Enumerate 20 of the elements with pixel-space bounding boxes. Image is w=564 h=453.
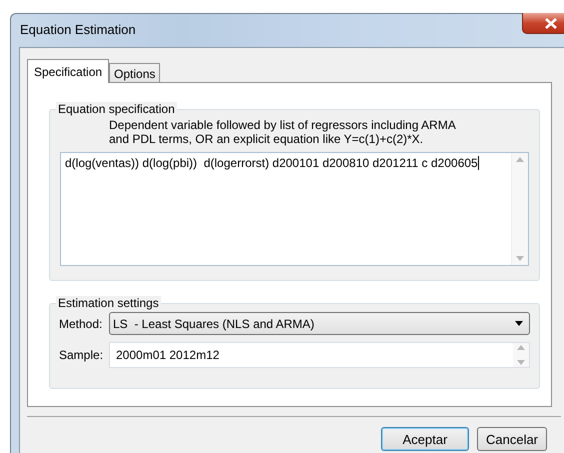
- window-title: Equation Estimation: [19, 21, 136, 37]
- equation-hint: Dependent variable followed by list of regressors including ARMA and PDL terms, OR an explicit equation like Y=c(1)+c(2)*X.: [109, 118, 457, 146]
- scroll-down-icon[interactable]: [517, 360, 525, 365]
- dialog-button[interactable]: Cancelar: [477, 427, 547, 451]
- sample-label: Sample:: [59, 348, 104, 362]
- dialog-button[interactable]: Aceptar: [381, 427, 469, 451]
- tab[interactable]: Options: [109, 63, 160, 82]
- equation-field[interactable]: d(log(ventas)) d(log(pbi)) d(logerrorst) d200101 d200810 d201211 c d200605: [60, 152, 529, 266]
- scroll-down-icon[interactable]: [516, 256, 524, 261]
- scroll-up-icon[interactable]: [517, 345, 525, 350]
- sample-field[interactable]: 2000m01 2012m12: [109, 342, 530, 368]
- tab[interactable]: Specification: [27, 59, 110, 83]
- close-button[interactable]: [522, 13, 564, 34]
- scroll-up-icon[interactable]: [516, 157, 524, 162]
- method-label: Method:: [59, 316, 104, 330]
- close-icon: [544, 18, 558, 28]
- method-dropdown[interactable]: LS - Least Squares (NLS and ARMA): [109, 312, 530, 335]
- group-title: Equation specification: [56, 102, 177, 117]
- group-title: Estimation settings: [56, 296, 161, 311]
- dropdown-arrow-icon: [515, 321, 523, 326]
